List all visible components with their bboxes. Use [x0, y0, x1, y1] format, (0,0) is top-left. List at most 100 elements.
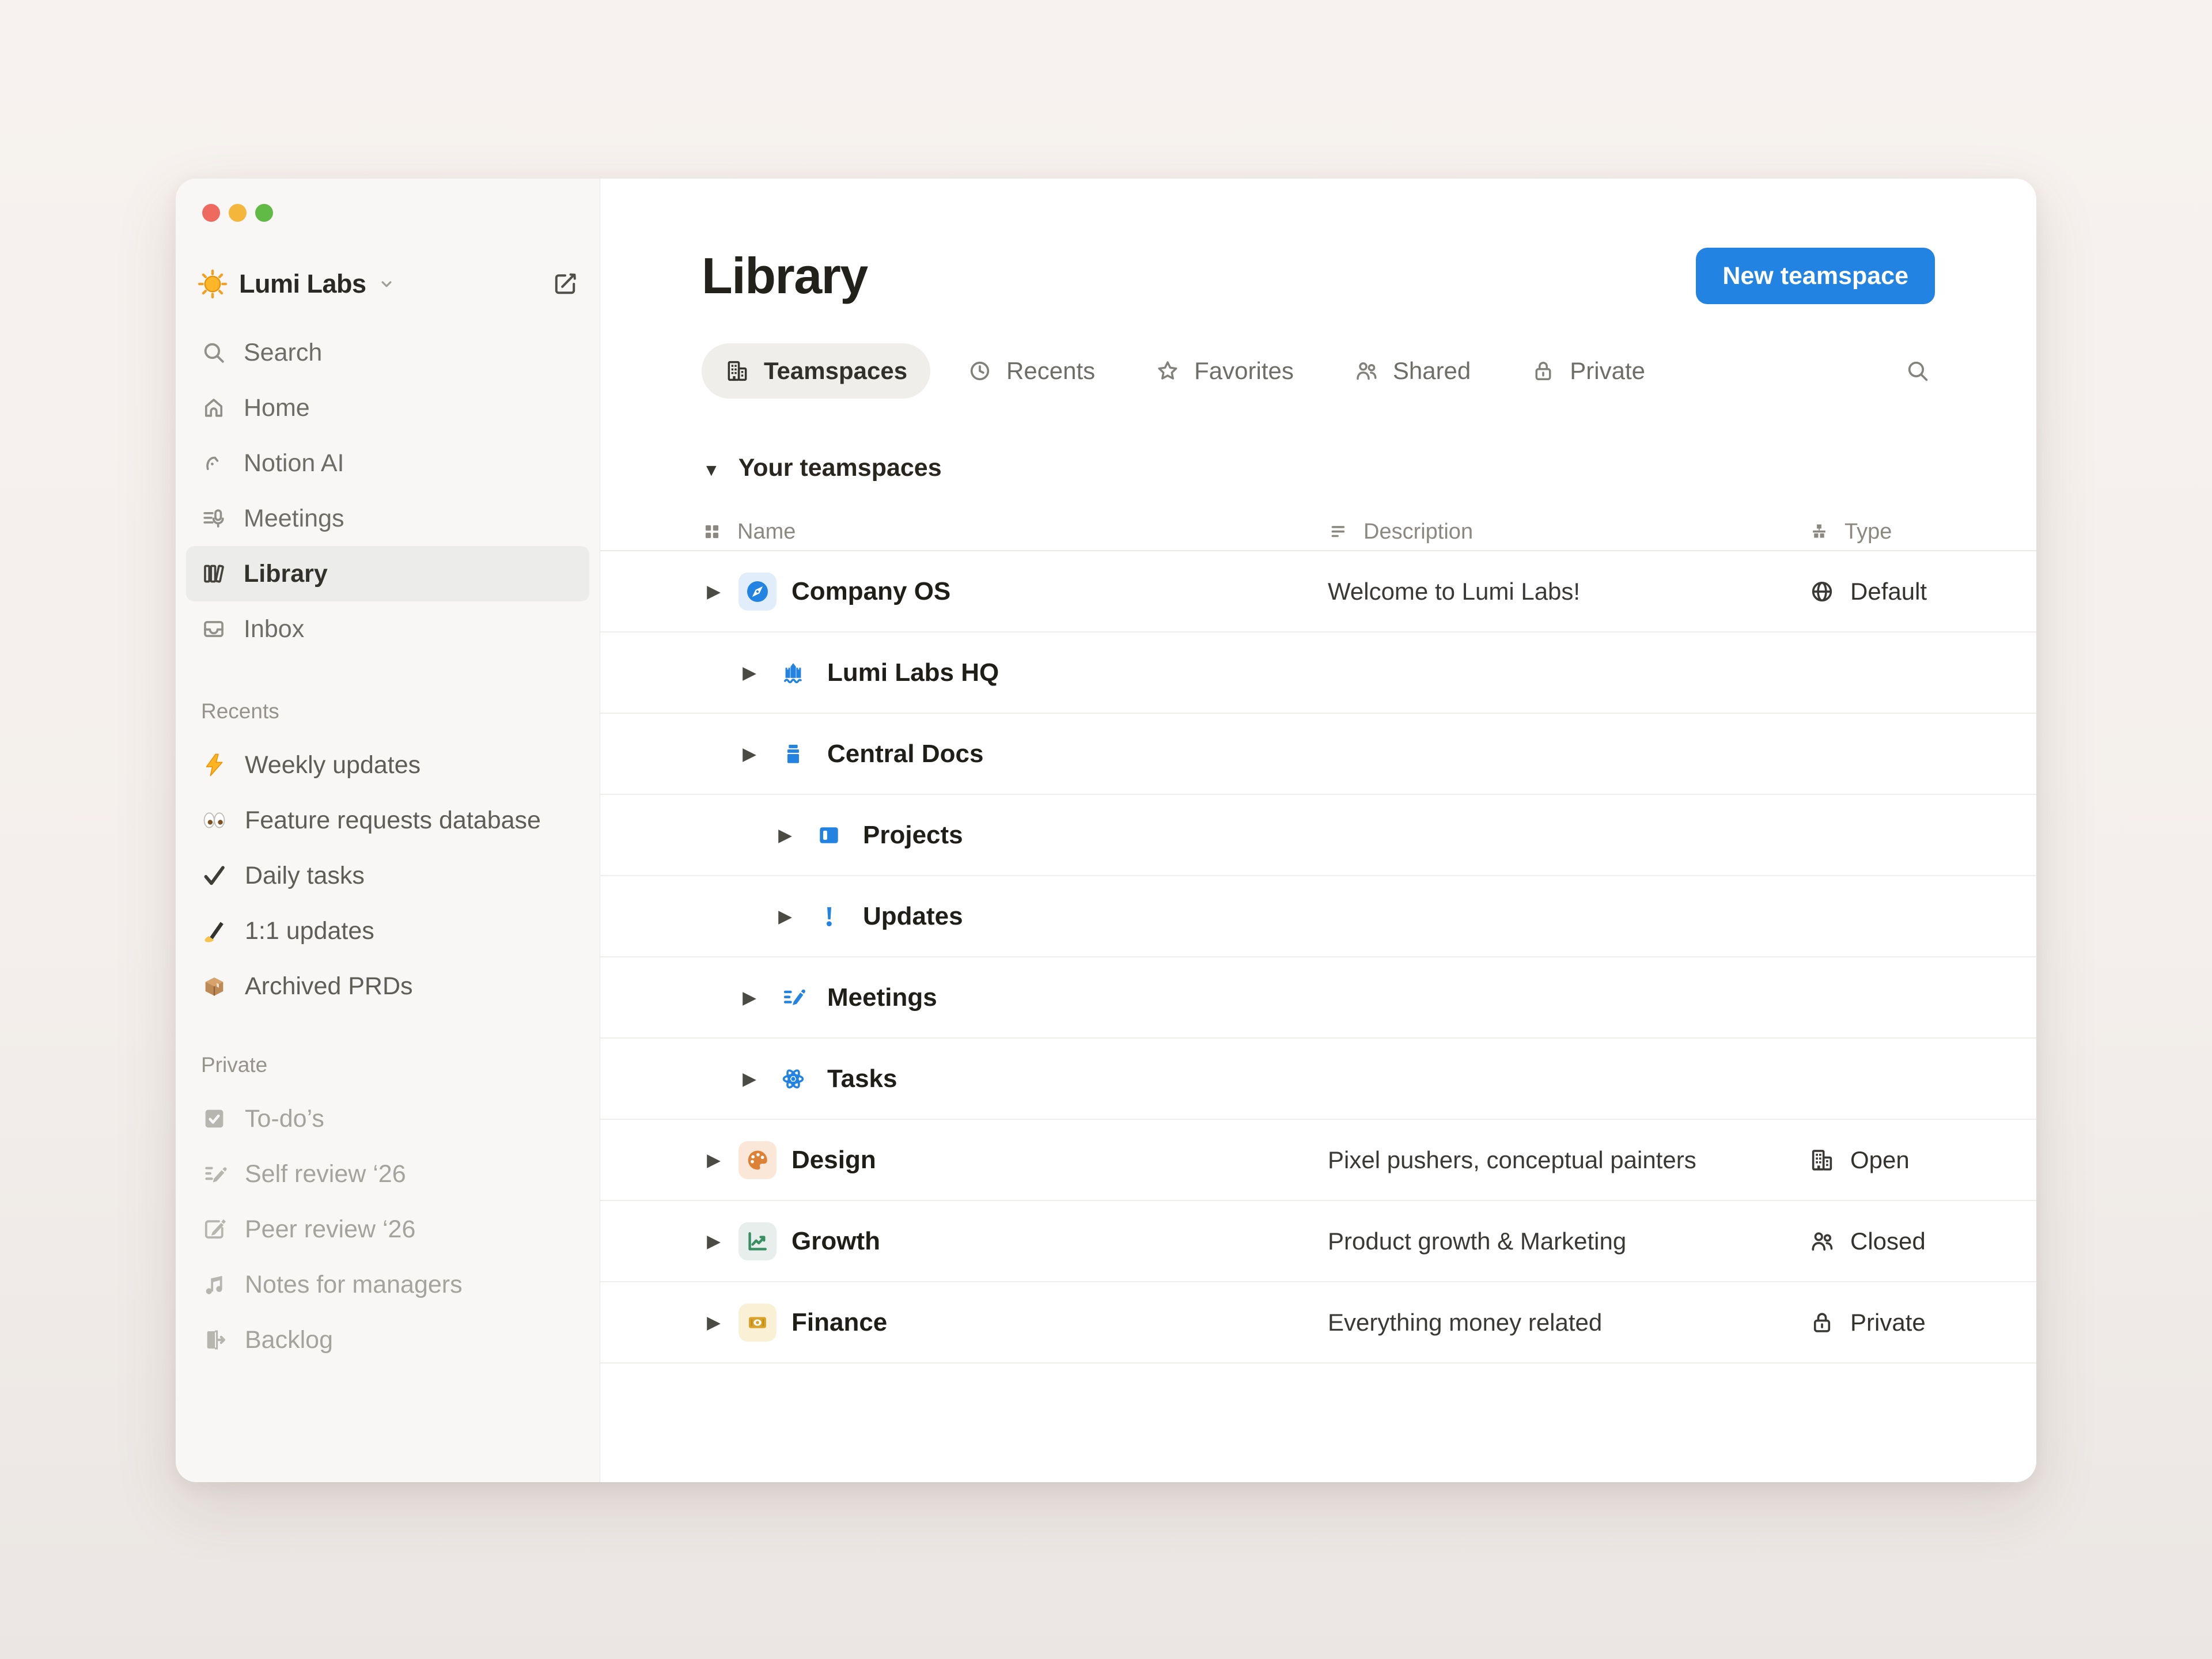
expand-row-icon[interactable] [773, 906, 797, 927]
group-title: Your teamspaces [738, 454, 942, 482]
sidebar-item-peer-review[interactable]: Peer review ‘26 [186, 1202, 589, 1257]
expand-row-icon[interactable] [702, 1231, 726, 1252]
teamspace-name[interactable]: Design [791, 1146, 876, 1175]
tab-favorites[interactable]: Favorites [1132, 343, 1317, 399]
checkbox-icon [201, 1105, 228, 1132]
sidebar-item-label: Archived PRDs [245, 972, 413, 1001]
sidebar-item-home[interactable]: Home [186, 380, 589, 435]
teamspace-name[interactable]: Company OS [791, 577, 950, 606]
teamspace-type: Closed [1809, 1201, 1926, 1281]
search-icon [201, 340, 226, 365]
lock-icon [1809, 1309, 1835, 1336]
teamspace-name[interactable]: Meetings [827, 983, 937, 1012]
sidebar-item-inbox[interactable]: Inbox [186, 601, 589, 657]
hierarchy-icon [1809, 521, 1830, 542]
section-title-recents: Recents [176, 690, 600, 733]
sidebar-item-daily-tasks[interactable]: Daily tasks [186, 848, 589, 903]
table-row[interactable]: Lumi Labs HQ [600, 632, 2036, 714]
expand-row-icon[interactable] [737, 662, 762, 683]
tab-private[interactable]: Private [1508, 343, 1668, 399]
sidebar-item-search[interactable]: Search [186, 325, 589, 380]
chart-up-icon [744, 1228, 771, 1255]
sidebar-item-label: Meetings [244, 505, 344, 533]
your-teamspaces-toggle[interactable]: Your teamspaces [703, 454, 1935, 482]
sidebar-item-label: Peer review ‘26 [245, 1215, 415, 1244]
new-page-button[interactable] [547, 266, 584, 302]
teamspace-emoji [774, 735, 812, 773]
table-row[interactable]: Meetings [600, 957, 2036, 1039]
teamspace-description: Pixel pushers, conceptual painters [1328, 1120, 1696, 1200]
sidebar-item-meetings[interactable]: Meetings [186, 491, 589, 546]
app-window: Lumi Labs Search [176, 179, 2036, 1482]
zoom-window-button[interactable] [255, 204, 273, 222]
teamspace-name[interactable]: Tasks [827, 1065, 897, 1093]
page-title: Library [702, 247, 868, 305]
sidebar-item-label: Library [244, 560, 328, 588]
sidebar-item-label: Weekly updates [245, 751, 421, 779]
lines-icon [1328, 521, 1349, 542]
workspace-switcher[interactable]: Lumi Labs [191, 264, 402, 304]
teamspace-type: Private [1809, 1282, 1926, 1362]
globe-icon [1809, 578, 1835, 605]
table-header: Name Description [600, 513, 2036, 551]
sidebar-item-11-updates[interactable]: 1:1 updates [186, 903, 589, 959]
teamspace-emoji [774, 654, 812, 692]
section-title-private: Private [176, 1044, 600, 1086]
sidebar-item-feature-requests[interactable]: Feature requests database [186, 793, 589, 848]
table-row[interactable]: Finance Everything money related Private [600, 1282, 2036, 1363]
search-teamspaces-button[interactable] [1900, 354, 1935, 388]
tab-shared[interactable]: Shared [1331, 343, 1494, 399]
expand-row-icon[interactable] [737, 987, 762, 1008]
check-icon [201, 862, 228, 889]
sidebar-item-archived-prds[interactable]: Archived PRDs [186, 959, 589, 1014]
teamspace-name[interactable]: Projects [863, 821, 963, 850]
inbox-icon [201, 616, 226, 642]
tab-teamspaces[interactable]: Teamspaces [702, 343, 930, 399]
tab-label: Recents [1006, 357, 1095, 385]
teamspace-name[interactable]: Central Docs [827, 740, 983, 768]
sidebar-item-self-review[interactable]: Self review ‘26 [186, 1146, 589, 1202]
sidebar: Lumi Labs Search [176, 179, 600, 1482]
compose-icon [551, 270, 579, 298]
table-row[interactable]: Design Pixel pushers, conceptual painter… [600, 1120, 2036, 1201]
expand-row-icon[interactable] [702, 1150, 726, 1171]
minimize-window-button[interactable] [229, 204, 247, 222]
teamspace-name[interactable]: Finance [791, 1308, 887, 1337]
teamspace-emoji [810, 897, 848, 935]
building-icon [1809, 1147, 1835, 1173]
package-icon [201, 973, 228, 999]
tab-label: Shared [1393, 357, 1471, 385]
teamspace-name[interactable]: Lumi Labs HQ [827, 658, 999, 687]
table-row[interactable]: Company OS Welcome to Lumi Labs! Default [600, 551, 2036, 632]
close-window-button[interactable] [202, 204, 220, 222]
sidebar-item-notion-ai[interactable]: Notion AI [186, 435, 589, 491]
table-row[interactable]: Tasks [600, 1039, 2036, 1120]
teamspace-emoji [738, 1222, 777, 1260]
expand-row-icon[interactable] [773, 825, 797, 846]
table-row[interactable]: Projects [600, 795, 2036, 876]
expand-row-icon[interactable] [737, 1069, 762, 1089]
square-pencil-icon [201, 1216, 228, 1243]
tab-recents[interactable]: Recents [944, 343, 1118, 399]
teamspace-type: Open [1809, 1120, 1910, 1200]
sidebar-item-weekly-updates[interactable]: Weekly updates [186, 737, 589, 793]
expand-row-icon[interactable] [702, 1312, 726, 1333]
sidebar-item-notes-for-managers[interactable]: Notes for managers [186, 1257, 589, 1312]
sidebar-item-library[interactable]: Library [186, 546, 589, 601]
sidebar-item-backlog[interactable]: Backlog [186, 1312, 589, 1368]
teamspace-description: Product growth & Marketing [1328, 1201, 1626, 1281]
expand-row-icon[interactable] [702, 581, 726, 602]
table-row[interactable]: Central Docs [600, 714, 2036, 795]
sidebar-item-todos[interactable]: To-do’s [186, 1091, 589, 1146]
expand-row-icon[interactable] [737, 744, 762, 764]
new-teamspace-button[interactable]: New teamspace [1696, 248, 1935, 304]
table-row[interactable]: Updates [600, 876, 2036, 957]
table-row[interactable]: Growth Product growth & Marketing Closed [600, 1201, 2036, 1282]
teamspace-name[interactable]: Growth [791, 1227, 880, 1256]
teamspace-description: Everything money related [1328, 1282, 1602, 1362]
door-exit-icon [201, 1327, 228, 1353]
sidebar-item-label: Notion AI [244, 449, 344, 478]
meetings-icon [201, 506, 226, 531]
exclamation-icon [816, 903, 842, 930]
teamspace-name[interactable]: Updates [863, 902, 963, 931]
